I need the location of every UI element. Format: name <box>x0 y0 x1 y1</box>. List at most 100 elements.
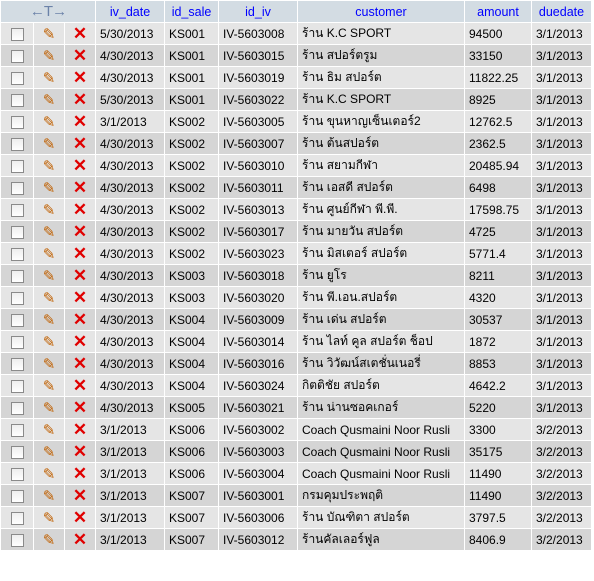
pencil-icon[interactable]: ✎ <box>43 70 56 87</box>
pencil-icon[interactable]: ✎ <box>43 378 56 395</box>
delete-cell[interactable]: ✕ <box>65 23 95 44</box>
edit-cell[interactable]: ✎ <box>34 177 64 198</box>
delete-cell[interactable]: ✕ <box>65 89 95 110</box>
row-checkbox[interactable] <box>10 335 24 349</box>
delete-cell[interactable]: ✕ <box>65 111 95 132</box>
column-resize-handle[interactable]: ←T→ <box>1 1 95 22</box>
delete-cell[interactable]: ✕ <box>65 155 95 176</box>
delete-cell[interactable]: ✕ <box>65 133 95 154</box>
edit-cell[interactable]: ✎ <box>34 287 64 308</box>
row-checkbox[interactable] <box>10 401 24 415</box>
pencil-icon[interactable]: ✎ <box>43 422 56 439</box>
pencil-icon[interactable]: ✎ <box>43 268 56 285</box>
row-select-cell[interactable] <box>1 309 33 330</box>
delete-cell[interactable]: ✕ <box>65 309 95 330</box>
delete-x-icon[interactable]: ✕ <box>73 266 87 285</box>
row-select-cell[interactable] <box>1 287 33 308</box>
row-checkbox[interactable] <box>10 203 24 217</box>
row-select-cell[interactable] <box>1 45 33 66</box>
column-header-id-sale[interactable]: id_sale <box>165 1 218 22</box>
row-select-cell[interactable] <box>1 331 33 352</box>
delete-x-icon[interactable]: ✕ <box>73 398 87 417</box>
edit-cell[interactable]: ✎ <box>34 507 64 528</box>
edit-cell[interactable]: ✎ <box>34 265 64 286</box>
row-select-cell[interactable] <box>1 529 33 550</box>
row-checkbox[interactable] <box>10 93 24 107</box>
row-select-cell[interactable] <box>1 397 33 418</box>
delete-x-icon[interactable]: ✕ <box>73 310 87 329</box>
pencil-icon[interactable]: ✎ <box>43 26 56 43</box>
delete-cell[interactable]: ✕ <box>65 199 95 220</box>
edit-cell[interactable]: ✎ <box>34 243 64 264</box>
column-header-id-iv[interactable]: id_iv <box>219 1 297 22</box>
row-checkbox[interactable] <box>10 379 24 393</box>
row-checkbox[interactable] <box>10 49 24 63</box>
pencil-icon[interactable]: ✎ <box>43 312 56 329</box>
row-select-cell[interactable] <box>1 155 33 176</box>
edit-cell[interactable]: ✎ <box>34 309 64 330</box>
row-select-cell[interactable] <box>1 221 33 242</box>
row-checkbox[interactable] <box>10 357 24 371</box>
delete-x-icon[interactable]: ✕ <box>73 46 87 65</box>
delete-cell[interactable]: ✕ <box>65 67 95 88</box>
pencil-icon[interactable]: ✎ <box>43 224 56 241</box>
row-checkbox[interactable] <box>10 489 24 503</box>
delete-x-icon[interactable]: ✕ <box>73 178 87 197</box>
delete-x-icon[interactable]: ✕ <box>73 134 87 153</box>
row-checkbox[interactable] <box>10 247 24 261</box>
pencil-icon[interactable]: ✎ <box>43 158 56 175</box>
delete-cell[interactable]: ✕ <box>65 265 95 286</box>
pencil-icon[interactable]: ✎ <box>43 356 56 373</box>
row-select-cell[interactable] <box>1 67 33 88</box>
pencil-icon[interactable]: ✎ <box>43 246 56 263</box>
edit-cell[interactable]: ✎ <box>34 375 64 396</box>
row-select-cell[interactable] <box>1 89 33 110</box>
delete-cell[interactable]: ✕ <box>65 441 95 462</box>
pencil-icon[interactable]: ✎ <box>43 180 56 197</box>
delete-cell[interactable]: ✕ <box>65 375 95 396</box>
row-select-cell[interactable] <box>1 419 33 440</box>
edit-cell[interactable]: ✎ <box>34 199 64 220</box>
edit-cell[interactable]: ✎ <box>34 529 64 550</box>
delete-x-icon[interactable]: ✕ <box>73 420 87 439</box>
row-select-cell[interactable] <box>1 375 33 396</box>
delete-cell[interactable]: ✕ <box>65 331 95 352</box>
delete-x-icon[interactable]: ✕ <box>73 112 87 131</box>
row-select-cell[interactable] <box>1 507 33 528</box>
row-select-cell[interactable] <box>1 177 33 198</box>
edit-cell[interactable]: ✎ <box>34 133 64 154</box>
pencil-icon[interactable]: ✎ <box>43 510 56 527</box>
column-header-duedate[interactable]: duedate <box>532 1 591 22</box>
row-select-cell[interactable] <box>1 199 33 220</box>
row-select-cell[interactable] <box>1 463 33 484</box>
row-checkbox[interactable] <box>10 533 24 547</box>
edit-cell[interactable]: ✎ <box>34 397 64 418</box>
row-select-cell[interactable] <box>1 111 33 132</box>
row-checkbox[interactable] <box>10 291 24 305</box>
edit-cell[interactable]: ✎ <box>34 67 64 88</box>
column-header-iv-date[interactable]: iv_date <box>96 1 164 22</box>
pencil-icon[interactable]: ✎ <box>43 290 56 307</box>
delete-cell[interactable]: ✕ <box>65 287 95 308</box>
pencil-icon[interactable]: ✎ <box>43 532 56 549</box>
edit-cell[interactable]: ✎ <box>34 441 64 462</box>
delete-x-icon[interactable]: ✕ <box>73 354 87 373</box>
row-checkbox[interactable] <box>10 269 24 283</box>
pencil-icon[interactable]: ✎ <box>43 400 56 417</box>
edit-cell[interactable]: ✎ <box>34 45 64 66</box>
row-select-cell[interactable] <box>1 441 33 462</box>
row-select-cell[interactable] <box>1 243 33 264</box>
row-checkbox[interactable] <box>10 313 24 327</box>
delete-x-icon[interactable]: ✕ <box>73 68 87 87</box>
delete-cell[interactable]: ✕ <box>65 529 95 550</box>
delete-x-icon[interactable]: ✕ <box>73 376 87 395</box>
row-checkbox[interactable] <box>10 423 24 437</box>
pencil-icon[interactable]: ✎ <box>43 92 56 109</box>
edit-cell[interactable]: ✎ <box>34 111 64 132</box>
delete-x-icon[interactable]: ✕ <box>73 464 87 483</box>
delete-cell[interactable]: ✕ <box>65 243 95 264</box>
arrows-icon[interactable]: ←T→ <box>30 3 67 20</box>
edit-cell[interactable]: ✎ <box>34 463 64 484</box>
delete-cell[interactable]: ✕ <box>65 397 95 418</box>
edit-cell[interactable]: ✎ <box>34 419 64 440</box>
